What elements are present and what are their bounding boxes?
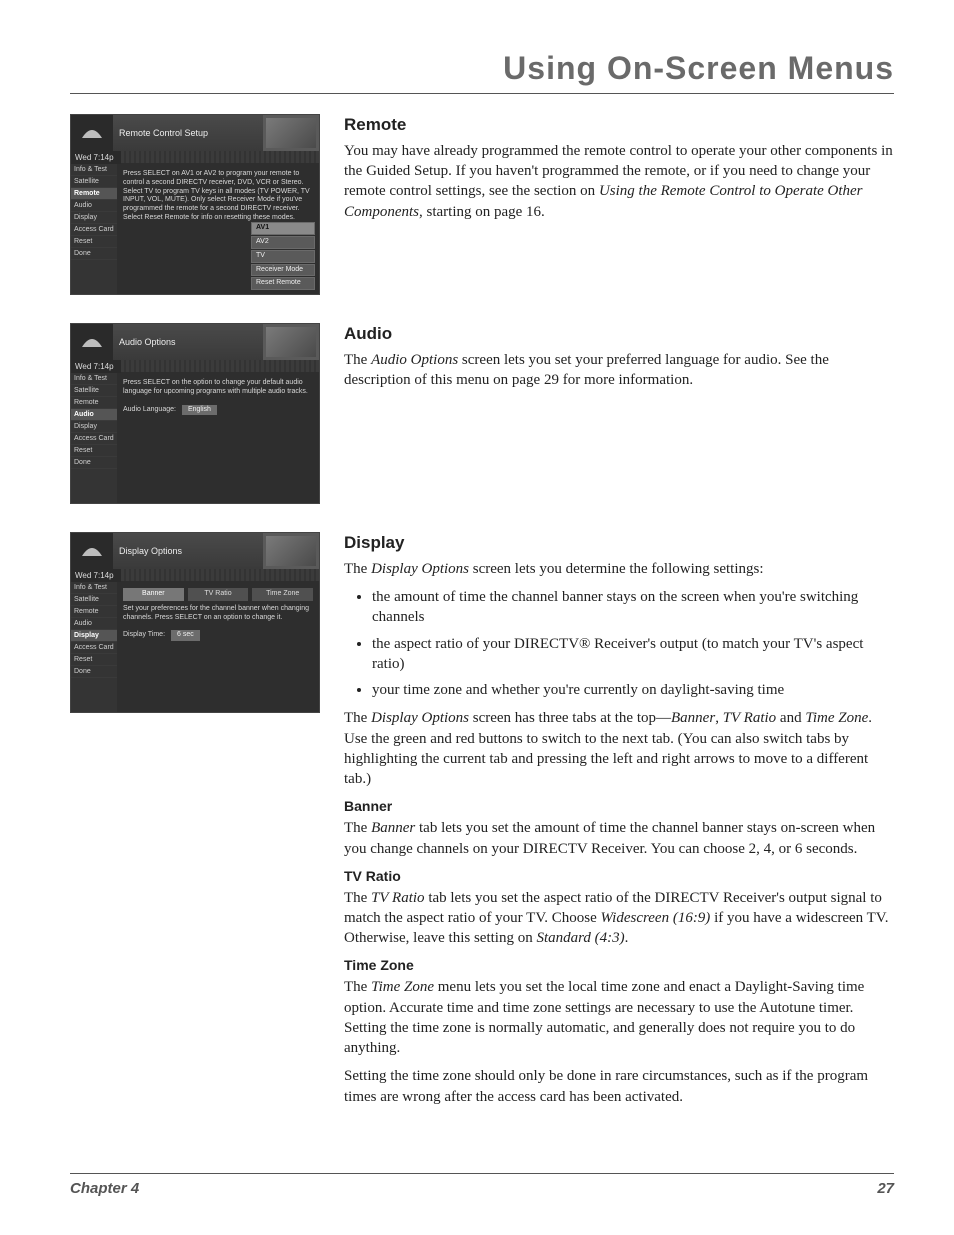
display-intro: The Display Options screen lets you dete… bbox=[344, 559, 894, 579]
submenu-remote: AV1AV2TVReceiver ModeReset Remote bbox=[251, 221, 315, 290]
sidebar-item: Remote bbox=[71, 188, 117, 200]
footer-page: 27 bbox=[877, 1180, 894, 1197]
display-label: Display Time: bbox=[123, 631, 165, 640]
heading-remote: Remote bbox=[344, 114, 894, 137]
section-display: Display Options Wed 7:14p Info & TestSat… bbox=[70, 532, 894, 1115]
sidebar-item: Display bbox=[71, 421, 117, 433]
sidebar-item: Remote bbox=[71, 397, 117, 409]
time-audio: Wed 7:14p bbox=[71, 360, 121, 373]
sidebar-item: Reset bbox=[71, 236, 117, 248]
submenu-item: AV2 bbox=[251, 236, 315, 249]
screenshot-audio: Audio Options Wed 7:14p Info & TestSatel… bbox=[70, 323, 320, 504]
sidebar-item: Access Card bbox=[71, 642, 117, 654]
bullet-1: the amount of time the channel banner st… bbox=[372, 587, 894, 628]
time-remote: Wed 7:14p bbox=[71, 151, 121, 164]
sidebar-item: Info & Test bbox=[71, 164, 117, 176]
screenshot-remote: Remote Control Setup Wed 7:14p Info & Te… bbox=[70, 114, 320, 295]
tab: Time Zone bbox=[252, 588, 313, 601]
time-display: Wed 7:14p bbox=[71, 569, 121, 582]
sidebar-item: Audio bbox=[71, 618, 117, 630]
display-value: 6 sec bbox=[171, 630, 200, 641]
bullet-2: the aspect ratio of your DIRECTV® Receiv… bbox=[372, 634, 894, 675]
para-tz1: The Time Zone menu lets you set the loca… bbox=[344, 977, 894, 1058]
sidebar-item: Satellite bbox=[71, 385, 117, 397]
footer-chapter: Chapter 4 bbox=[70, 1180, 139, 1197]
submenu-item: Receiver Mode bbox=[251, 264, 315, 277]
display-bullets: the amount of time the channel banner st… bbox=[344, 587, 894, 700]
sidebar-item: Done bbox=[71, 457, 117, 469]
para-tz2: Setting the time zone should only be don… bbox=[344, 1066, 894, 1107]
sidebar-audio: Info & TestSatelliteRemoteAudioDisplayAc… bbox=[71, 373, 117, 503]
sub-ratio: TV Ratio bbox=[344, 867, 894, 886]
sub-timezone: Time Zone bbox=[344, 956, 894, 975]
page-title: Using On-Screen Menus bbox=[70, 50, 894, 87]
shot-title-display: Display Options bbox=[113, 533, 263, 569]
section-audio: Audio Options Wed 7:14p Info & TestSatel… bbox=[70, 323, 894, 504]
screenshot-display: Display Options Wed 7:14p Info & TestSat… bbox=[70, 532, 320, 713]
tabs-display: Banner TV RatioTime Zone bbox=[123, 588, 313, 601]
sidebar-item: Reset bbox=[71, 445, 117, 457]
sidebar-item: Reset bbox=[71, 654, 117, 666]
bullet-3: your time zone and whether you're curren… bbox=[372, 680, 894, 700]
instr-display: Set your preferences for the channel ban… bbox=[123, 605, 313, 623]
sidebar-item: Satellite bbox=[71, 176, 117, 188]
preview-thumb-remote bbox=[263, 115, 319, 151]
sidebar-item: Access Card bbox=[71, 433, 117, 445]
display-tabs-desc: The Display Options screen has three tab… bbox=[344, 708, 894, 789]
instr-remote: Press SELECT on AV1 or AV2 to program yo… bbox=[123, 170, 313, 223]
sidebar-item: Info & Test bbox=[71, 582, 117, 594]
submenu-item: TV bbox=[251, 250, 315, 263]
page-footer: Chapter 4 27 bbox=[70, 1173, 894, 1197]
audio-value: English bbox=[182, 405, 217, 416]
para-ratio: The TV Ratio tab lets you set the aspect… bbox=[344, 888, 894, 949]
submenu-item: Reset Remote bbox=[251, 277, 315, 290]
logo-display bbox=[71, 533, 113, 569]
section-remote: Remote Control Setup Wed 7:14p Info & Te… bbox=[70, 114, 894, 295]
para-banner: The Banner tab lets you set the amount o… bbox=[344, 818, 894, 859]
sidebar-item: Satellite bbox=[71, 594, 117, 606]
title-rule bbox=[70, 93, 894, 94]
sidebar-item: Info & Test bbox=[71, 373, 117, 385]
sidebar-display: Info & TestSatelliteRemoteAudioDisplayAc… bbox=[71, 582, 117, 712]
sidebar-item: Audio bbox=[71, 409, 117, 421]
sidebar-item: Display bbox=[71, 212, 117, 224]
submenu-item: AV1 bbox=[251, 222, 315, 235]
sidebar-item: Access Card bbox=[71, 224, 117, 236]
sidebar-item: Audio bbox=[71, 200, 117, 212]
sidebar-item: Remote bbox=[71, 606, 117, 618]
sidebar-item: Done bbox=[71, 248, 117, 260]
heading-audio: Audio bbox=[344, 323, 894, 346]
audio-label: Audio Language: bbox=[123, 406, 176, 415]
tab: TV Ratio bbox=[188, 588, 249, 601]
logo-remote bbox=[71, 115, 113, 151]
sidebar-remote: Info & TestSatelliteRemoteAudioDisplayAc… bbox=[71, 164, 117, 294]
sub-banner: Banner bbox=[344, 797, 894, 816]
shot-title-remote: Remote Control Setup bbox=[113, 115, 263, 151]
para-audio: The Audio Options screen lets you set yo… bbox=[344, 350, 894, 391]
sidebar-item: Done bbox=[71, 666, 117, 678]
sidebar-item: Display bbox=[71, 630, 117, 642]
preview-thumb-display bbox=[263, 533, 319, 569]
tab: Banner bbox=[123, 588, 184, 601]
logo-audio bbox=[71, 324, 113, 360]
para-remote: You may have already programmed the remo… bbox=[344, 141, 894, 222]
preview-thumb-audio bbox=[263, 324, 319, 360]
shot-title-audio: Audio Options bbox=[113, 324, 263, 360]
instr-audio: Press SELECT on the option to change you… bbox=[123, 379, 313, 397]
heading-display: Display bbox=[344, 532, 894, 555]
